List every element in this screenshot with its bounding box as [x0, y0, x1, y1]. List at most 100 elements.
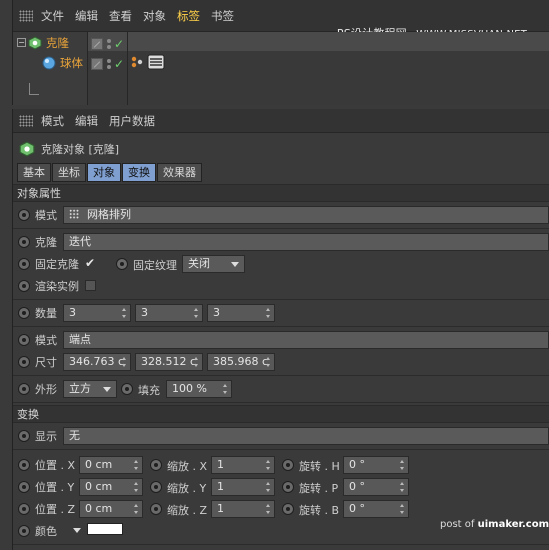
cloner-flags: ✓ — [91, 34, 124, 53]
display-dropdown[interactable]: 无 — [63, 427, 549, 445]
spinner-icon[interactable] — [194, 356, 199, 368]
animate-radio[interactable] — [282, 503, 294, 515]
animate-radio[interactable] — [150, 481, 162, 493]
pos-y-field[interactable]: 0 cm — [79, 478, 143, 496]
group-transform-values: 位置 . X 0 cm 缩放 . X 1 旋转 . H 0 ° 位置 . Y 0… — [13, 450, 549, 545]
menu-user-data[interactable]: 用户数据 — [109, 113, 155, 129]
spinner-icon[interactable] — [266, 356, 271, 368]
size-x-field[interactable]: 346.763 c — [63, 353, 131, 371]
rot-b-field[interactable]: 0 ° — [343, 500, 409, 518]
layer-icon[interactable] — [91, 37, 103, 50]
spinner-icon[interactable] — [400, 481, 405, 493]
label-color: 颜色 — [35, 525, 57, 538]
menu-edit[interactable]: 编辑 — [75, 8, 98, 24]
animate-radio[interactable] — [18, 209, 30, 221]
animate-radio[interactable] — [150, 503, 162, 515]
animate-radio[interactable] — [150, 459, 162, 471]
spinner-icon[interactable] — [134, 481, 139, 493]
animate-radio[interactable] — [18, 430, 30, 442]
mode-dropdown[interactable]: 网格排列 — [63, 206, 549, 224]
rot-b-value: 0 ° — [349, 502, 365, 515]
rot-h-field[interactable]: 0 ° — [343, 456, 409, 474]
menu-file[interactable]: 文件 — [41, 8, 64, 24]
scale-z-field[interactable]: 1 — [211, 500, 275, 518]
phong-tag-icon[interactable] — [130, 55, 144, 69]
pos-x-field[interactable]: 0 cm — [79, 456, 143, 474]
color-expand-icon[interactable] — [73, 528, 81, 533]
menu-view[interactable]: 查看 — [109, 8, 132, 24]
menu-edit[interactable]: 编辑 — [75, 113, 98, 129]
visibility-dots-icon[interactable] — [106, 58, 112, 70]
dropdown-arrow-icon — [103, 387, 111, 392]
fixed-clone-checkbox[interactable]: ✔ — [85, 256, 95, 270]
animate-radio[interactable] — [18, 280, 30, 292]
row-display: 显示 无 — [13, 425, 549, 447]
size-y-field[interactable]: 328.512 c — [135, 353, 203, 371]
spinner-icon[interactable] — [400, 459, 405, 471]
tab-object[interactable]: 对象 — [87, 163, 121, 182]
menu-object[interactable]: 对象 — [143, 8, 166, 24]
pos-z-value: 0 cm — [85, 502, 113, 515]
count-z-field[interactable]: 3 — [207, 304, 275, 322]
enabled-check-icon[interactable]: ✓ — [114, 37, 124, 51]
spinner-icon[interactable] — [194, 307, 199, 319]
tree-item-cloner[interactable]: − 克隆 — [17, 33, 69, 52]
tab-transform[interactable]: 变换 — [122, 163, 156, 182]
tab-effectors[interactable]: 效果器 — [157, 163, 202, 182]
animate-radio[interactable] — [18, 525, 30, 537]
tab-coord[interactable]: 坐标 — [52, 163, 86, 182]
visibility-dots-icon[interactable] — [106, 38, 112, 50]
animate-radio[interactable] — [18, 503, 30, 515]
footer-watermark-prefix: post of — [440, 519, 475, 530]
mode2-dropdown[interactable]: 端点 — [63, 331, 549, 349]
pos-z-field[interactable]: 0 cm — [79, 500, 143, 518]
animate-radio[interactable] — [18, 383, 30, 395]
tab-basic[interactable]: 基本 — [17, 163, 51, 182]
spinner-icon[interactable] — [134, 503, 139, 515]
animate-radio[interactable] — [18, 334, 30, 346]
menu-mode[interactable]: 模式 — [41, 113, 64, 129]
size-z-field[interactable]: 385.968 c — [207, 353, 275, 371]
animate-radio[interactable] — [18, 481, 30, 493]
panel-grip-icon[interactable] — [19, 9, 33, 22]
spinner-icon[interactable] — [266, 481, 271, 493]
spinner-icon[interactable] — [122, 307, 127, 319]
animate-radio[interactable] — [121, 383, 133, 395]
spinner-icon[interactable] — [134, 459, 139, 471]
spinner-icon[interactable] — [223, 383, 228, 395]
animate-radio[interactable] — [282, 459, 294, 471]
color-swatch[interactable] — [87, 523, 123, 535]
count-y-field[interactable]: 3 — [135, 304, 203, 322]
panel-grip-icon[interactable] — [19, 114, 33, 127]
count-y-value: 3 — [141, 306, 148, 319]
grid-array-icon — [69, 209, 79, 219]
animate-radio[interactable] — [18, 258, 30, 270]
fixed-texture-dropdown[interactable]: 关闭 — [182, 255, 245, 273]
scale-x-field[interactable]: 1 — [211, 456, 275, 474]
material-tag-icon[interactable] — [147, 54, 165, 70]
clone-dropdown[interactable]: 迭代 — [63, 233, 549, 251]
spinner-icon[interactable] — [266, 503, 271, 515]
animate-radio[interactable] — [282, 481, 294, 493]
spinner-icon[interactable] — [122, 356, 127, 368]
count-x-field[interactable]: 3 — [63, 304, 131, 322]
shape-dropdown[interactable]: 立方 — [63, 380, 117, 398]
animate-radio[interactable] — [18, 307, 30, 319]
animate-radio[interactable] — [116, 258, 128, 270]
render-instances-checkbox[interactable] — [85, 280, 96, 291]
spinner-icon[interactable] — [266, 307, 271, 319]
scale-y-field[interactable]: 1 — [211, 478, 275, 496]
animate-radio[interactable] — [18, 459, 30, 471]
layer-icon[interactable] — [91, 57, 103, 70]
fill-field[interactable]: 100 % — [166, 380, 232, 398]
menu-bookmarks[interactable]: 书签 — [211, 8, 234, 24]
menu-tags[interactable]: 标签 — [177, 8, 200, 24]
spinner-icon[interactable] — [266, 459, 271, 471]
animate-radio[interactable] — [18, 356, 30, 368]
animate-radio[interactable] — [18, 236, 30, 248]
spinner-icon[interactable] — [400, 503, 405, 515]
rot-p-field[interactable]: 0 ° — [343, 478, 409, 496]
tree-item-sphere[interactable]: 球体 — [42, 53, 83, 72]
enabled-check-icon[interactable]: ✓ — [114, 57, 124, 71]
collapse-icon[interactable]: − — [17, 38, 26, 47]
